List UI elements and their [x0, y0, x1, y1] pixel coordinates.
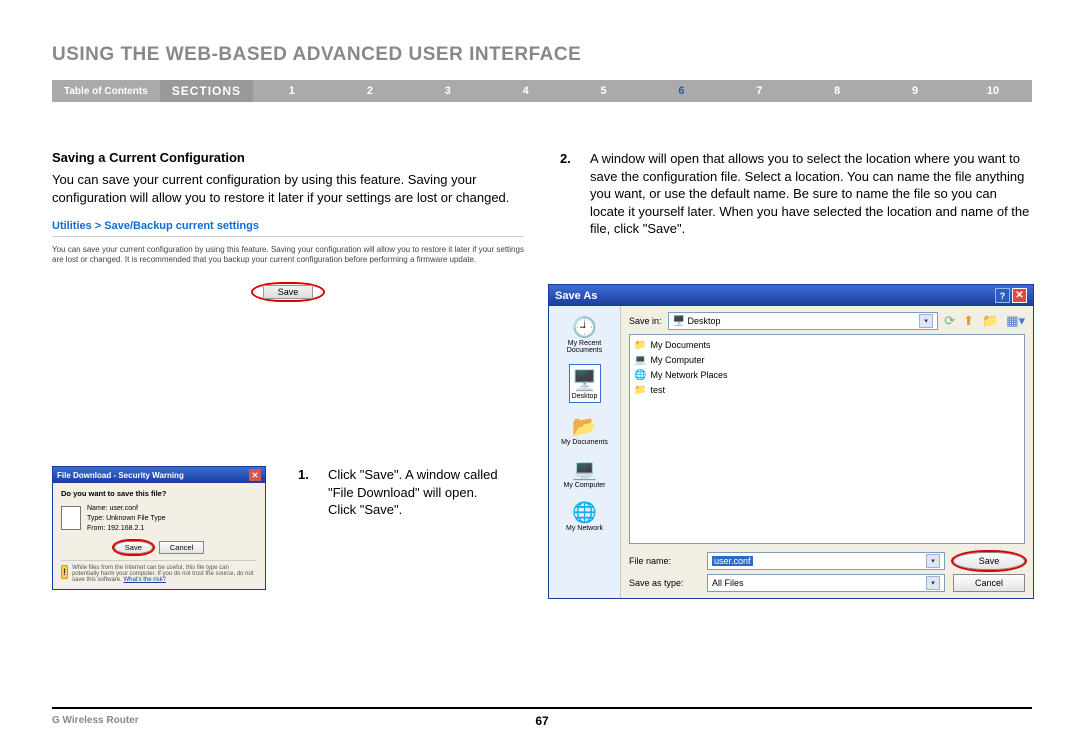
folder-icon: 📁 [634, 338, 646, 353]
file-icon [61, 506, 81, 530]
place-desktop[interactable]: 🖥️ Desktop [569, 364, 601, 403]
nav-item-3[interactable]: 3 [409, 80, 487, 102]
save-in-dropdown[interactable]: 🖥️ Desktop ▾ [668, 312, 939, 330]
help-icon[interactable]: ? [995, 288, 1010, 303]
page-title: USING THE WEB-BASED ADVANCED USER INTERF… [52, 44, 581, 66]
annotation-save-circle: Save [251, 282, 326, 302]
computer-icon: 💻 [634, 353, 646, 368]
fd-titlebar[interactable]: File Download - Security Warning ✕ [53, 467, 265, 483]
chevron-down-icon[interactable]: ▾ [919, 314, 933, 328]
fd-question: Do you want to save this file? [61, 489, 257, 498]
sa-titlebar[interactable]: Save As ? ✕ [549, 285, 1033, 306]
chevron-down-icon[interactable]: ▾ [926, 576, 940, 590]
nav-item-9[interactable]: 9 [876, 80, 954, 102]
place-mycomputer[interactable]: 💻 My Computer [563, 456, 605, 489]
network-icon: 🌐 [571, 499, 597, 525]
network-icon: 🌐 [634, 368, 646, 383]
step-1-num: 1. [298, 466, 316, 519]
save-as-dialog: Save As ? ✕ 🕘 My Recent Documents 🖥️ Des… [548, 284, 1034, 599]
section-para: You can save your current configuration … [52, 171, 524, 206]
nav-item-1[interactable]: 1 [253, 80, 331, 102]
nav-item-6[interactable]: 6 [643, 80, 721, 102]
desktop-icon: 🖥️ [673, 316, 685, 327]
save-as-type-label: Save as type: [629, 578, 699, 588]
utilities-panel: Utilities > Save/Backup current settings… [52, 220, 524, 302]
file-list[interactable]: 📁My Documents 💻My Computer 🌐My Network P… [629, 334, 1025, 544]
folder-icon: 📂 [572, 413, 598, 439]
save-button[interactable]: Save [263, 285, 314, 299]
close-icon[interactable]: ✕ [1012, 288, 1027, 303]
nav-bar: Table of Contents SECTIONS 1 2 3 4 5 6 7… [52, 80, 1032, 102]
file-name-field[interactable]: user.conf ▾ [707, 552, 945, 570]
file-download-dialog: File Download - Security Warning ✕ Do yo… [52, 466, 266, 590]
place-mydocuments[interactable]: 📂 My Documents [561, 413, 608, 446]
places-bar: 🕘 My Recent Documents 🖥️ Desktop 📂 My Do… [549, 306, 621, 598]
list-item[interactable]: 📁My Documents [634, 338, 1020, 353]
step-1: 1. Click "Save". A window called "File D… [298, 466, 506, 519]
nav-item-2[interactable]: 2 [331, 80, 409, 102]
utilities-breadcrumb: Utilities > Save/Backup current settings [52, 220, 524, 232]
nav-toc[interactable]: Table of Contents [52, 86, 160, 97]
close-icon[interactable]: ✕ [249, 469, 261, 481]
nav-item-8[interactable]: 8 [798, 80, 876, 102]
nav-item-5[interactable]: 5 [565, 80, 643, 102]
up-icon[interactable]: ⬆ [963, 313, 974, 329]
list-item[interactable]: 💻My Computer [634, 353, 1020, 368]
left-column: Saving a Current Configuration You can s… [52, 150, 524, 326]
step-2: 2. A window will open that allows you to… [560, 150, 1032, 238]
view-menu-icon[interactable]: ▦▾ [1006, 313, 1025, 329]
folder-icon: 📁 [634, 383, 646, 398]
fd-meta: Name: user.conf Type: Unknown File Type … [87, 504, 165, 533]
utilities-description: You can save your current configuration … [52, 245, 524, 266]
whats-the-risk-link[interactable]: What's the risk? [123, 577, 166, 583]
computer-icon: 💻 [571, 456, 597, 482]
list-item[interactable]: 📁test [634, 383, 1020, 398]
page-footer: G Wireless Router 67 [52, 707, 1032, 726]
save-as-type-dropdown[interactable]: All Files ▾ [707, 574, 945, 592]
fd-warning-text: While files from the Internet can be use… [72, 565, 257, 583]
place-mynetwork[interactable]: 🌐 My Network [566, 499, 603, 532]
place-recent[interactable]: 🕘 My Recent Documents [567, 314, 602, 354]
sa-save-button[interactable]: Save [953, 552, 1025, 570]
save-in-label: Save in: [629, 316, 662, 326]
page-number: 67 [535, 714, 548, 728]
warning-icon: ! [61, 565, 68, 579]
section-heading: Saving a Current Configuration [52, 150, 524, 165]
step-1-text: Click "Save". A window called "File Down… [328, 466, 506, 519]
recent-icon: 🕘 [572, 314, 598, 340]
desktop-icon: 🖥️ [572, 367, 598, 393]
fd-save-button[interactable]: Save [114, 541, 153, 554]
footer-product: G Wireless Router [52, 715, 139, 726]
nav-sections: 1 2 3 4 5 6 7 8 9 10 [253, 80, 1032, 102]
new-folder-icon[interactable]: 📁 [982, 313, 998, 329]
chevron-down-icon[interactable]: ▾ [926, 554, 940, 568]
nav-item-7[interactable]: 7 [720, 80, 798, 102]
sa-title-text: Save As [555, 290, 597, 302]
nav-item-4[interactable]: 4 [487, 80, 565, 102]
file-name-label: File name: [629, 556, 699, 566]
sa-cancel-button[interactable]: Cancel [953, 574, 1025, 592]
back-icon[interactable]: ⟳ [944, 313, 955, 329]
step-2-text: A window will open that allows you to se… [590, 150, 1032, 238]
fd-cancel-button[interactable]: Cancel [159, 541, 204, 554]
step-2-num: 2. [560, 150, 578, 238]
fd-title-text: File Download - Security Warning [57, 471, 184, 480]
nav-sections-label: SECTIONS [160, 80, 253, 102]
list-item[interactable]: 🌐My Network Places [634, 368, 1020, 383]
nav-item-10[interactable]: 10 [954, 80, 1032, 102]
